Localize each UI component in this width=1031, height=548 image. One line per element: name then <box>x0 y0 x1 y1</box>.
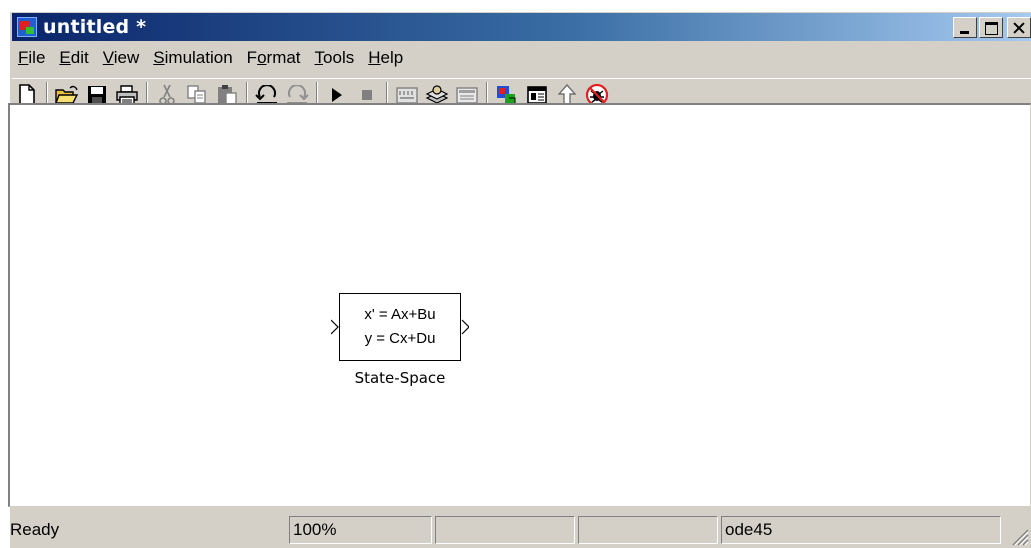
window-title: untitled * <box>43 16 147 38</box>
status-panel-3 <box>435 516 575 544</box>
menu-file[interactable]: File <box>12 48 52 68</box>
status-panel-4 <box>578 516 718 544</box>
status-bar: Ready 100% ode45 <box>8 512 1031 548</box>
resize-grip-icon[interactable] <box>1007 524 1029 546</box>
minimize-button[interactable] <box>953 17 977 38</box>
maximize-button[interactable] <box>979 17 1003 38</box>
menu-edit[interactable]: Edit <box>52 48 95 68</box>
menu-format[interactable]: Format <box>240 48 308 68</box>
output-port-icon[interactable] <box>461 319 469 335</box>
menu-view[interactable]: View <box>96 48 147 68</box>
solver-indicator: ode45 <box>721 516 1001 544</box>
state-space-block[interactable]: x' = Ax+Bu y = Cx+Du <box>339 293 461 361</box>
block-equation-state: x' = Ax+Bu <box>364 306 436 323</box>
zoom-indicator: 100% <box>289 516 432 544</box>
model-canvas[interactable]: x' = Ax+Bu y = Cx+Du State-Space <box>8 103 1031 507</box>
title-bar[interactable]: untitled * <box>12 13 1031 41</box>
simulink-model-icon[interactable] <box>17 17 37 37</box>
block-name-label[interactable]: State-Space <box>339 369 461 387</box>
close-button[interactable] <box>1007 17 1031 38</box>
menu-bar: File Edit View Simulation Format Tools H… <box>12 45 410 71</box>
status-text: Ready <box>10 520 60 539</box>
menu-simulation[interactable]: Simulation <box>146 48 239 68</box>
menu-tools[interactable]: Tools <box>308 48 362 68</box>
block-equation-output: y = Cx+Du <box>364 330 436 347</box>
input-port-icon[interactable] <box>331 319 339 335</box>
window-controls <box>953 17 1031 38</box>
menu-help[interactable]: Help <box>361 48 410 68</box>
